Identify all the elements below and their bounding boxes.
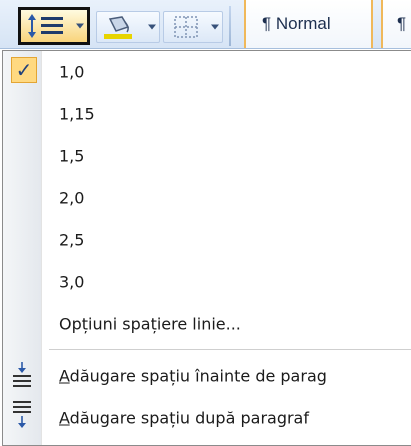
menu-item-1-0[interactable]: ✓ 1,0 — [3, 51, 411, 93]
add-space-after-icon — [13, 401, 31, 428]
chevron-down-icon[interactable] — [76, 23, 84, 29]
chevron-down-icon[interactable] — [211, 24, 219, 30]
paint-bucket-icon — [104, 16, 132, 39]
menu-item-label: 2,0 — [59, 188, 85, 208]
chevron-down-icon[interactable] — [148, 24, 156, 30]
menu-item-label: 1,5 — [59, 146, 85, 166]
check-icon: ✓ — [11, 57, 37, 83]
style-normal[interactable]: ¶ Normal — [244, 0, 373, 48]
ribbon-separator — [229, 6, 231, 46]
style-next[interactable]: ¶ — [381, 0, 411, 48]
menu-item-2-0[interactable]: 2,0 — [3, 177, 411, 219]
menu-gutter-cell — [3, 397, 41, 439]
menu-item-label: 2,5 — [59, 230, 85, 250]
menu-gutter-cell: ✓ — [3, 51, 41, 93]
menu-item-2-5[interactable]: 2,5 — [3, 219, 411, 261]
shading-button[interactable] — [96, 11, 160, 43]
menu-item-add-space-before[interactable]: Adăugare spațiu înainte de parag — [3, 355, 411, 397]
borders-icon — [174, 16, 198, 38]
menu-item-add-space-after[interactable]: Adăugare spațiu după paragraf — [3, 397, 411, 439]
menu-item-label: Opțiuni spațiere linie... — [59, 314, 241, 334]
menu-item-label: Adăugare spațiu după paragraf — [59, 408, 309, 428]
line-spacing-icon — [28, 14, 63, 38]
menu-separator — [49, 349, 411, 350]
add-space-before-icon — [13, 362, 31, 387]
style-normal-label: ¶ Normal — [262, 14, 331, 33]
menu-item-3-0[interactable]: 3,0 — [3, 261, 411, 303]
style-next-label: ¶ — [397, 14, 407, 33]
menu-gutter-cell — [3, 355, 41, 397]
borders-button[interactable] — [163, 11, 223, 43]
menu-item-line-spacing-options[interactable]: Opțiuni spațiere linie... — [3, 303, 411, 345]
menu-item-label: 1,0 — [59, 62, 85, 82]
line-spacing-menu: ✓ 1,0 1,15 1,5 2,0 2,5 3,0 Opțiuni spați… — [2, 50, 411, 446]
menu-item-1-15[interactable]: 1,15 — [3, 93, 411, 135]
menu-item-label: Adăugare spațiu înainte de parag — [59, 366, 327, 386]
menu-item-1-5[interactable]: 1,5 — [3, 135, 411, 177]
ribbon: ¶ Normal ¶ — [0, 0, 411, 49]
line-spacing-button[interactable] — [18, 7, 90, 45]
menu-item-label: 3,0 — [59, 272, 85, 292]
menu-item-label: 1,15 — [59, 104, 95, 124]
